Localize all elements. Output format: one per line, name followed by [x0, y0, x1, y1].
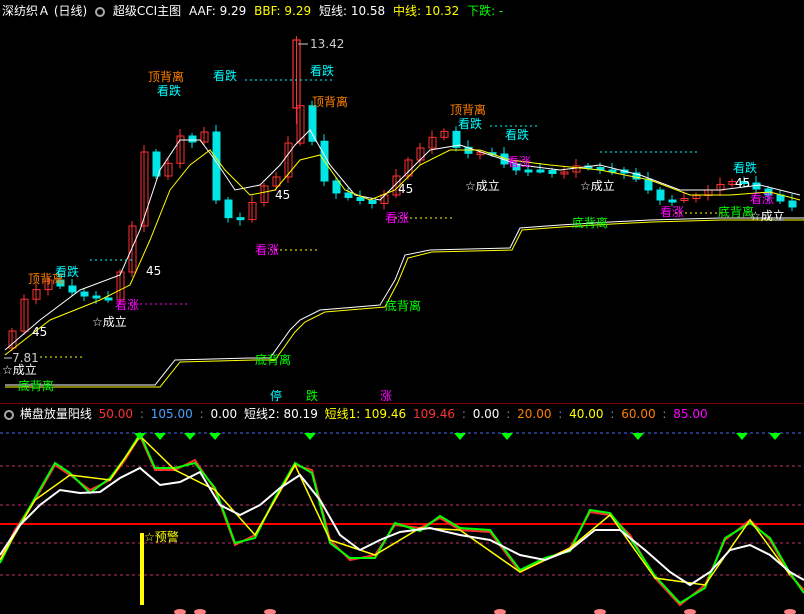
bottom-divergence-label: 底背离 [18, 378, 54, 393]
candle-body [92, 295, 101, 299]
rise-label: 涨 [380, 388, 392, 402]
look-up-label: 看涨 [115, 297, 139, 312]
diamond-marker [632, 433, 644, 440]
candle-body [104, 297, 113, 301]
sub-value-3: 0.00 [210, 407, 238, 421]
look-down-label: 看跌 [55, 264, 79, 279]
aaf-value: AAF: 9.29 [188, 4, 247, 18]
bottom-marker [784, 609, 796, 614]
fall-label: 跌 [306, 388, 318, 402]
look-down-label: 看跌 [458, 116, 482, 131]
diamond-marker [769, 433, 781, 440]
bottom-divergence-label: 底背离 [718, 204, 754, 219]
sub-value-6: 20.00 [517, 407, 552, 421]
sub-value-8: 60.00 [621, 407, 656, 421]
look-down-label: 看跌 [310, 63, 334, 78]
candle-body [308, 105, 317, 142]
sub-chart-header: 横盘放量阳线 50.00 : 105.00 : 0.00 短线2: 80.19 … [0, 403, 804, 425]
look-down-label: 看跌 [505, 127, 529, 142]
sub-indicator-name[interactable]: 横盘放量阳线 [20, 407, 92, 421]
candle-body [68, 285, 77, 293]
sub-value-2: 105.00 [150, 407, 193, 421]
diamond-marker [501, 433, 513, 440]
diamond-marker [154, 433, 166, 440]
bottom-divergence-label: 底背离 [572, 215, 608, 230]
bottom-marker [174, 609, 186, 614]
angle-45-label: 45 [398, 182, 413, 196]
candle-body [224, 199, 233, 219]
look-up-label: 看涨 [385, 210, 409, 225]
candle-body [788, 200, 797, 208]
sub-value-4: 109.46 [412, 407, 455, 421]
angle-45-label: 45 [32, 325, 47, 339]
candle-body [368, 200, 377, 204]
settings-icon[interactable] [4, 409, 14, 420]
sub-value-5: 0.00 [472, 407, 500, 421]
candle-body [536, 169, 545, 173]
look-up-label: 看涨 [255, 242, 279, 257]
candle-body [548, 170, 557, 174]
diamond-marker [184, 433, 196, 440]
settings-icon[interactable] [95, 6, 106, 17]
short-line-value: 短线: 10.58 [318, 4, 386, 18]
bottom-marker [194, 609, 206, 614]
diamond-marker [454, 433, 466, 440]
sub-value-9: 85.00 [673, 407, 708, 421]
candle-body [80, 291, 89, 297]
high-price-label: 13.42 [310, 37, 344, 51]
candle-body [668, 199, 677, 203]
diamond-marker [209, 433, 221, 440]
angle-45-label: 45 [146, 264, 161, 278]
bottom-marker [494, 609, 506, 614]
main-price-chart[interactable]: 13.427.81顶背离顶背离顶背离顶背离底背离底背离底背离底背离底背离看跌看跌… [0, 20, 804, 402]
look-up-label: 看涨 [507, 154, 531, 169]
bottom-marker [264, 609, 276, 614]
mid-line-value: 中线: 10.32 [393, 4, 460, 18]
look-down-label: 看跌 [157, 83, 181, 98]
established-label: ☆成立 [92, 314, 127, 329]
candle-body [344, 192, 353, 198]
angle-45-label: 45 [275, 188, 290, 202]
bottom-divergence-label: 底背离 [255, 352, 291, 367]
candle-body [332, 180, 341, 194]
short-line-1-yellow [0, 434, 791, 586]
bottom-divergence-label: 底背离 [385, 298, 421, 313]
look-up-label: 看涨 [660, 204, 684, 219]
short-line-1-green [0, 431, 804, 605]
down-value: 下跌: - [467, 4, 504, 18]
diamond-marker [736, 433, 748, 440]
stock-title[interactable]: 深纺织Ａ (日线) [2, 4, 87, 18]
top-divergence-label: 顶背离 [148, 69, 184, 84]
chart-header: 深纺织Ａ (日线) 超级CCI主图 AAF: 9.29 BBF: 9.29 短线… [0, 0, 804, 22]
bottom-marker [594, 609, 606, 614]
stop-label: 停 [270, 388, 282, 402]
bbf-value: BBF: 9.29 [254, 4, 312, 18]
look-down-label: 看跌 [213, 68, 237, 83]
top-divergence-label: 顶背离 [312, 94, 348, 109]
sub-value-7: 40.00 [569, 407, 604, 421]
candle-body [236, 217, 245, 221]
warning-label: ☆预警 [144, 529, 179, 544]
sub-value-1: 50.00 [98, 407, 134, 421]
established-label: ☆成立 [750, 208, 785, 223]
established-label: ☆成立 [580, 178, 615, 193]
look-down-label: 看跌 [733, 160, 757, 175]
sub-short2: 短线2: 80.19 [243, 407, 318, 421]
established-label: ☆成立 [2, 362, 37, 377]
bottom-marker [684, 609, 696, 614]
established-label: ☆成立 [465, 178, 500, 193]
top-divergence-label: 顶背离 [450, 102, 486, 117]
candle-body [356, 197, 365, 201]
candle-body [656, 189, 665, 201]
sub-short1: 短线1: 109.46 [324, 407, 407, 421]
indicator-name[interactable]: 超级CCI主图 [113, 4, 181, 18]
angle-45-label: 45 [735, 176, 750, 190]
sub-indicator-chart[interactable]: ☆预警 [0, 425, 804, 614]
diamond-marker [304, 433, 316, 440]
candle-body [524, 169, 533, 173]
candle-body [188, 135, 197, 143]
look-up-label: 看涨 [750, 191, 774, 206]
